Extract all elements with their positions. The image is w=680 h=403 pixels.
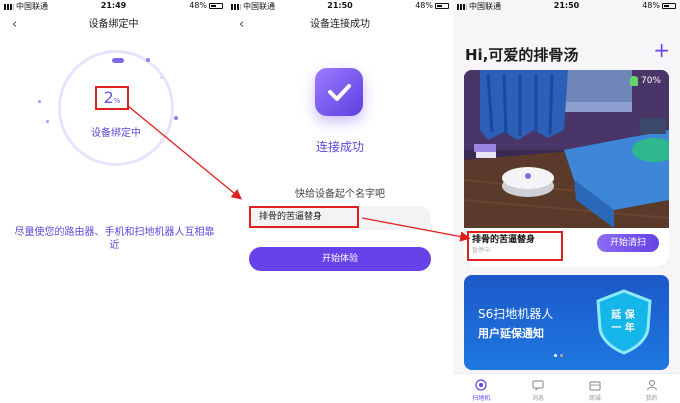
pager-dot [554, 354, 557, 357]
tab-profile[interactable]: 我的 [623, 374, 680, 403]
battery-status: 48% [189, 1, 223, 10]
banner-title: S6扫地机器人 [478, 307, 554, 321]
proximity-hint: 尽量使您的路由器、手机和扫地机器人互相靠近 [14, 227, 215, 251]
progress-percent: 2% [95, 86, 129, 110]
progress-unit: % [113, 97, 121, 105]
binding-screen: 中国联通 21:49 48% ‹ 设备绑定中 2% 设备绑定中 尽量使您的路由器… [0, 0, 227, 403]
device-card[interactable]: 70% 排骨的苦逼替身 暂停中 开始清扫 [464, 70, 669, 266]
battery-icon [209, 2, 223, 9]
message-icon [532, 380, 544, 391]
store-icon [589, 381, 601, 391]
room-illustration [464, 70, 669, 228]
device-status: 暂停中 [472, 247, 491, 254]
greeting: Hi,可爱的排骨汤 [465, 46, 579, 64]
add-device-icon[interactable]: + [653, 38, 670, 62]
battery-percent: 48% [189, 1, 207, 10]
battery-icon [435, 2, 449, 9]
success-text: 连接成功 [315, 140, 364, 154]
device-name-value[interactable]: 排骨的苦逼替身 [249, 206, 359, 228]
nav-bar: ‹ 设备绑定中 [0, 12, 227, 38]
tab-robot[interactable]: 扫地机 [453, 374, 510, 403]
badge-line-1: 延 保 [611, 310, 635, 321]
battery-level-icon [629, 76, 638, 86]
home-screen: 中国联通 21:50 48% Hi,可爱的排骨汤 + 70% 排骨的苦逼替身 暂… [453, 0, 680, 403]
ring-dot [146, 58, 150, 62]
pager-dot [560, 354, 563, 357]
ring-dot [112, 58, 124, 63]
battery-status: 48% [642, 1, 676, 10]
device-card-footer: 排骨的苦逼替身 暂停中 开始清扫 [464, 228, 669, 266]
tab-label: 消息 [532, 395, 545, 402]
status-bar: 中国联通 21:50 48% [453, 0, 680, 12]
battery-percent: 48% [415, 1, 433, 10]
status-bar: 中国联通 21:50 48% [227, 0, 453, 12]
tab-messages[interactable]: 消息 [510, 374, 567, 403]
robot-icon [475, 379, 487, 391]
tab-label: 扫地机 [472, 395, 491, 402]
back-icon[interactable]: ‹ [239, 12, 244, 38]
battery-percent: 48% [642, 1, 660, 10]
banner-subtitle: 用户延保通知 [478, 327, 544, 340]
ring-dot [46, 120, 49, 123]
device-name: 排骨的苦逼替身 [472, 235, 536, 245]
device-battery: 70% [629, 76, 661, 86]
nav-bar: ‹ 设备连接成功 [227, 12, 453, 38]
page-title: 设备连接成功 [310, 19, 370, 30]
tab-store[interactable]: 商城 [567, 374, 624, 403]
battery-icon [662, 2, 676, 9]
progress-label: 设备绑定中 [91, 128, 141, 139]
ring-dot [174, 116, 178, 120]
shield-badge-text: 延 保一 年 [606, 309, 640, 335]
device-battery-value: 70% [640, 76, 661, 86]
battery-status: 48% [415, 1, 449, 10]
tab-bar: 扫地机 消息 商城 我的 [453, 373, 680, 403]
check-icon [315, 68, 363, 116]
ring-dot [160, 76, 163, 79]
start-button[interactable]: 开始体验 [249, 247, 431, 271]
promo-banner[interactable]: S6扫地机器人 用户延保通知 延 保一 年 [464, 275, 669, 370]
tab-label: 我的 [645, 395, 658, 402]
page-title: 设备绑定中 [88, 19, 139, 30]
ring-dot [38, 100, 41, 103]
badge-line-2: 一 年 [611, 323, 635, 334]
profile-icon [646, 379, 657, 391]
start-clean-button[interactable]: 开始清扫 [597, 234, 659, 252]
progress-value: 2 [103, 88, 114, 107]
back-icon[interactable]: ‹ [12, 12, 17, 38]
tab-label: 商城 [588, 395, 601, 402]
connected-screen: 中国联通 21:50 48% ‹ 设备连接成功 连接成功 快给设备起个名字吧 排… [227, 0, 453, 403]
status-bar: 中国联通 21:49 48% [0, 0, 227, 12]
name-prompt: 快给设备起个名字吧 [295, 189, 385, 200]
banner-pager [554, 354, 563, 357]
